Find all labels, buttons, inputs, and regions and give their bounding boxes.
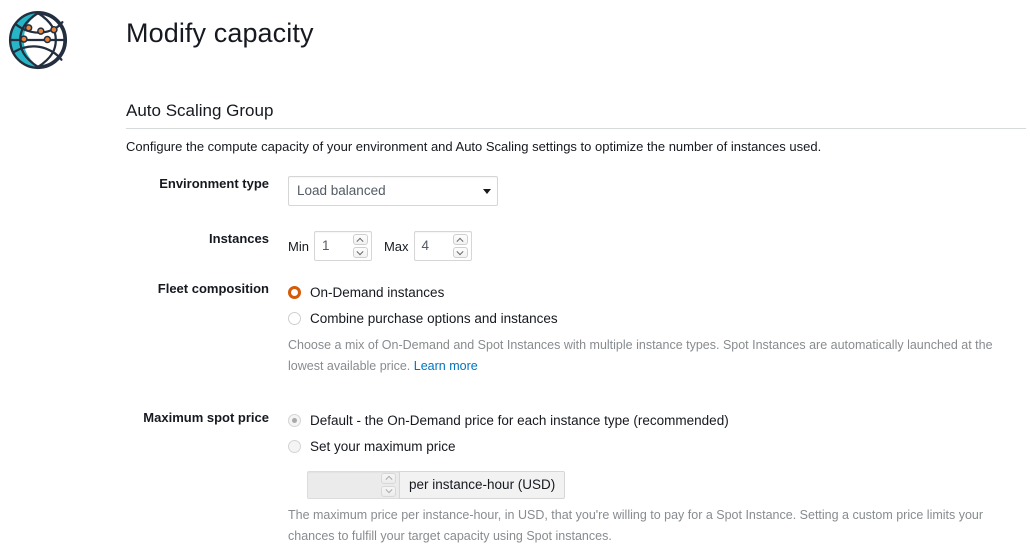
chevron-down-icon[interactable] [353, 247, 368, 258]
chevron-down-icon [483, 189, 491, 194]
instances-control: Min 1 Max 4 [288, 231, 1026, 261]
instances-min-value: 1 [322, 232, 330, 260]
capacity-form: Environment type Load balanced Instances… [126, 154, 1026, 559]
maximum-spot-price-input-group: per instance-hour (USD) [307, 471, 1026, 499]
fleet-composition-label: Fleet composition [126, 281, 288, 297]
maximum-spot-price-helper: The maximum price per instance-hour, in … [288, 505, 1004, 547]
instances-label: Instances [126, 231, 288, 247]
modify-capacity-page: Modify capacity Auto Scaling Group Confi… [0, 0, 1030, 514]
instances-max-label: Max [384, 239, 409, 254]
spacer [126, 261, 1026, 281]
radio-on-demand-instances[interactable]: On-Demand instances [288, 281, 1026, 303]
radio-label: Default - the On-Demand price for each i… [310, 413, 729, 428]
spacer [126, 390, 1026, 410]
fleet-composition-helper-text: Choose a mix of On-Demand and Spot Insta… [288, 338, 993, 373]
page-title: Modify capacity [126, 0, 1026, 49]
fleet-composition-control: On-Demand instances Combine purchase opt… [288, 281, 1026, 390]
globe-network-icon [8, 10, 68, 70]
field-maximum-spot-price: Maximum spot price Default - the On-Dema… [126, 410, 1026, 559]
maximum-spot-price-suffix: per instance-hour (USD) [399, 471, 565, 499]
radio-combine-purchase-options[interactable]: Combine purchase options and instances [288, 307, 1026, 329]
radio-label: Set your maximum price [310, 439, 456, 454]
learn-more-link[interactable]: Learn more [414, 359, 478, 373]
chevron-down-icon[interactable] [453, 247, 468, 258]
environment-type-control: Load balanced [288, 176, 1026, 211]
content-column: Modify capacity Auto Scaling Group Confi… [126, 0, 1026, 559]
radio-label: Combine purchase options and instances [310, 311, 558, 326]
maximum-spot-price-label: Maximum spot price [126, 410, 288, 426]
radio-set-your-maximum-price[interactable]: Set your maximum price [288, 436, 1026, 458]
spacer [126, 211, 1026, 231]
radio-label: On-Demand instances [310, 285, 444, 300]
section-description: Configure the compute capacity of your e… [126, 129, 1026, 154]
chevron-up-icon[interactable] [453, 234, 468, 245]
radio-unselected-disabled-icon [288, 440, 301, 453]
radio-selected-disabled-icon [288, 414, 301, 427]
radio-selected-icon[interactable] [288, 286, 301, 299]
maximum-spot-price-control: Default - the On-Demand price for each i… [288, 410, 1026, 559]
field-instances: Instances Min 1 Max 4 [126, 231, 1026, 261]
field-fleet-composition: Fleet composition On-Demand instances Co… [126, 281, 1026, 390]
environment-type-select[interactable]: Load balanced [288, 176, 498, 206]
chevron-down-icon [381, 486, 396, 497]
instances-max-stepper-buttons[interactable] [453, 234, 468, 258]
section-title: Auto Scaling Group [126, 49, 1026, 129]
instances-max-value: 4 [422, 232, 430, 260]
chevron-up-icon [381, 473, 396, 484]
fleet-composition-helper: Choose a mix of On-Demand and Spot Insta… [288, 335, 1004, 377]
instances-min-stepper[interactable]: 1 [314, 231, 372, 261]
radio-unselected-icon[interactable] [288, 312, 301, 325]
maximum-spot-price-stepper [307, 471, 399, 499]
radio-default-on-demand-price[interactable]: Default - the On-Demand price for each i… [288, 410, 1026, 432]
maximum-spot-price-stepper-buttons [381, 473, 396, 497]
chevron-up-icon[interactable] [353, 234, 368, 245]
instances-max-stepper[interactable]: 4 [414, 231, 472, 261]
environment-type-value: Load balanced [297, 177, 386, 205]
instances-min-stepper-buttons[interactable] [353, 234, 368, 258]
field-environment-type: Environment type Load balanced [126, 176, 1026, 211]
environment-type-label: Environment type [126, 176, 288, 192]
instances-min-label: Min [288, 239, 309, 254]
